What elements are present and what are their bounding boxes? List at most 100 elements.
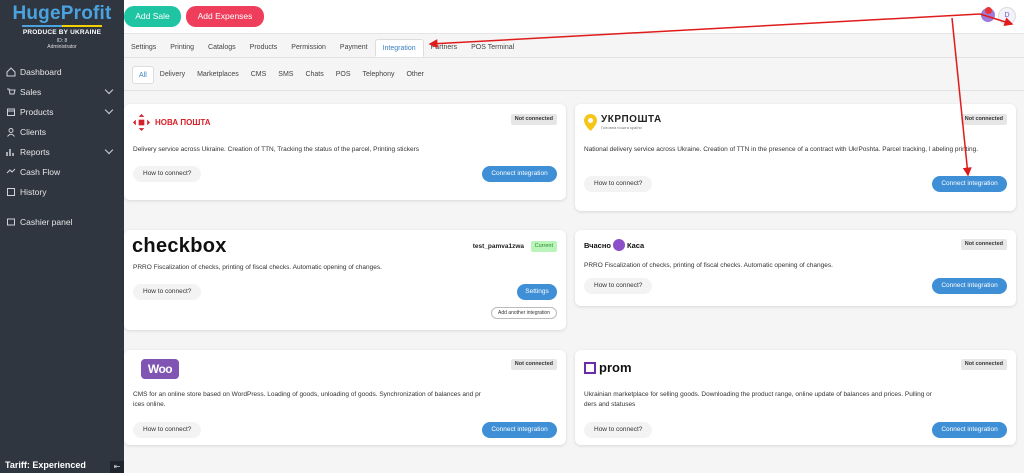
tab-payment[interactable]: Payment xyxy=(333,39,375,57)
integration-description: CMS for an online store based on WordPre… xyxy=(133,390,557,410)
brand-logo[interactable]: HugeProfit PRODUCE BY UKRAINE ID: 8 Admi… xyxy=(0,0,124,62)
description-line: CMS for an online store based on WordPre… xyxy=(133,391,481,398)
sidebar-item-label: Reports xyxy=(20,147,50,157)
how-to-connect-button[interactable]: How to connect? xyxy=(584,422,653,438)
integration-description: PRRO Fiscalization of checks, printing o… xyxy=(584,262,833,269)
sidebar-item-clients[interactable]: Clients xyxy=(0,122,124,142)
sidebar-item-label: Clients xyxy=(20,127,46,137)
sidebar-item-sales[interactable]: Sales xyxy=(0,82,124,102)
ukrposhta-logo: УКРПОШТА Головна пошта країни xyxy=(584,114,662,131)
ukrposhta-logo-text: УКРПОШТА xyxy=(601,114,662,125)
description-line: ices online. xyxy=(133,401,166,408)
sidebar-item-label: Cashier panel xyxy=(20,217,73,227)
sidebar-item-label: Cash Flow xyxy=(20,167,61,177)
add-another-integration-button[interactable]: Add another integration xyxy=(491,307,557,319)
ukrposhta-logo-subtext: Головна пошта країни xyxy=(601,125,642,130)
checkbox-logo: checkbox xyxy=(132,235,227,257)
settings-tabs: Settings Printing Catalogs Products Perm… xyxy=(124,39,521,57)
subtab-cms[interactable]: CMS xyxy=(245,66,273,84)
subtabs-divider xyxy=(124,90,1024,91)
prom-logo-text: prom xyxy=(599,360,632,375)
tab-products[interactable]: Products xyxy=(243,39,285,57)
status-badge: Current xyxy=(530,241,557,252)
integration-description: PRRO Fiscalization of checks, printing o… xyxy=(133,264,382,271)
cashier-icon xyxy=(5,217,16,228)
connect-integration-button[interactable]: Connect integration xyxy=(482,166,557,182)
main-content: Settings Printing Catalogs Products Perm… xyxy=(124,34,1024,473)
logo-underline xyxy=(22,25,102,27)
subtab-telephony[interactable]: Telephony xyxy=(357,66,401,84)
tab-catalogs[interactable]: Catalogs xyxy=(201,39,243,57)
tab-printing[interactable]: Printing xyxy=(163,39,201,57)
dashboard-icon xyxy=(5,66,16,78)
connected-account-name: test_pamva1zwa xyxy=(472,243,524,250)
subtab-marketplaces[interactable]: Marketplaces xyxy=(191,66,245,84)
sidebar-item-reports[interactable]: Reports xyxy=(0,142,124,162)
connect-integration-button[interactable]: Connect integration xyxy=(932,176,1007,192)
connect-integration-button[interactable]: Connect integration xyxy=(482,422,557,438)
topbar: Add Sale Add Expenses D xyxy=(124,0,1024,34)
status-badge: Not connected xyxy=(960,239,1007,250)
sidebar-item-label: Sales xyxy=(20,87,42,97)
integration-description: Ukrainian marketplace for selling goods.… xyxy=(584,390,1007,410)
products-icon xyxy=(5,107,16,118)
tab-permission[interactable]: Permission xyxy=(284,39,333,57)
tab-integration[interactable]: Integration xyxy=(374,39,424,57)
nova-poshta-logo: НОВА ПОШТА xyxy=(133,114,215,131)
how-to-connect-button[interactable]: How to connect? xyxy=(133,166,202,182)
vchasno-kasa-logo: Вчасно Каса xyxy=(584,239,644,251)
subtab-pos[interactable]: POS xyxy=(330,66,357,84)
sidebar-nav: Dashboard Sales Products Clients Reports… xyxy=(0,62,124,232)
notification-badge xyxy=(985,7,992,14)
status-badge: Not connected xyxy=(960,359,1007,370)
kasa-logo-text: Каса xyxy=(626,240,645,250)
how-to-connect-button[interactable]: How to connect? xyxy=(133,284,202,300)
subtab-delivery[interactable]: Delivery xyxy=(154,66,191,84)
tab-pos-terminal[interactable]: POS Terminal xyxy=(464,39,521,57)
chevron-down-icon[interactable] xyxy=(104,145,114,155)
integration-card-ukrposhta: УКРПОШТА Головна пошта країни Not connec… xyxy=(575,104,1016,211)
sidebar-item-history[interactable]: History xyxy=(0,182,124,202)
integration-filter-tabs: All Delivery Marketplaces CMS SMS Chats … xyxy=(132,66,430,84)
subtab-other[interactable]: Other xyxy=(400,66,430,84)
logo-tagline: PRODUCE BY UKRAINE xyxy=(22,29,102,36)
sidebar-item-label: History xyxy=(20,187,47,197)
user-avatar[interactable]: D xyxy=(998,7,1016,25)
collapse-sidebar-icon[interactable]: ⇤ xyxy=(110,461,124,473)
tariff-label[interactable]: Tariff: Experienced xyxy=(5,460,86,470)
subtab-chats[interactable]: Chats xyxy=(299,66,329,84)
tab-partners[interactable]: Partners xyxy=(424,39,464,57)
integration-card-checkbox: checkbox test_pamva1zwa Current PRRO Fis… xyxy=(124,230,566,330)
account-role: Administrator xyxy=(47,44,77,50)
integration-card-nova-poshta: НОВА ПОШТА Not connected Delivery servic… xyxy=(124,104,566,200)
sidebar-item-label: Dashboard xyxy=(20,67,62,77)
chevron-down-icon[interactable] xyxy=(104,105,114,115)
how-to-connect-button[interactable]: How to connect? xyxy=(133,422,202,438)
sidebar-item-cash-flow[interactable]: Cash Flow xyxy=(0,162,124,182)
connect-integration-button[interactable]: Connect integration xyxy=(932,422,1007,438)
prom-logo: prom xyxy=(584,360,632,375)
connect-integration-button[interactable]: Connect integration xyxy=(932,278,1007,294)
tabs-divider xyxy=(124,57,1024,58)
how-to-connect-button[interactable]: How to connect? xyxy=(584,176,653,192)
clients-icon xyxy=(5,127,16,138)
sidebar: HugeProfit PRODUCE BY UKRAINE ID: 8 Admi… xyxy=(0,0,124,473)
history-icon xyxy=(5,187,16,198)
sidebar-item-products[interactable]: Products xyxy=(0,102,124,122)
tab-settings[interactable]: Settings xyxy=(124,39,163,57)
subtab-sms[interactable]: SMS xyxy=(272,66,299,84)
add-sale-button[interactable]: Add Sale xyxy=(124,6,181,27)
vchasno-logo-mark xyxy=(612,239,625,251)
settings-button[interactable]: Settings xyxy=(517,284,557,300)
sidebar-item-cashier-panel[interactable]: Cashier panel xyxy=(0,212,124,232)
map-pin-icon xyxy=(584,114,597,131)
reports-icon xyxy=(5,147,16,158)
integration-card-prom: prom Not connected Ukrainian marketplace… xyxy=(575,350,1016,445)
integration-description: Delivery service across Ukraine. Creatio… xyxy=(133,146,419,153)
chevron-down-icon[interactable] xyxy=(104,85,114,95)
add-expenses-button[interactable]: Add Expenses xyxy=(186,6,264,27)
subtab-all[interactable]: All xyxy=(132,66,154,84)
sidebar-item-dashboard[interactable]: Dashboard xyxy=(0,62,124,82)
how-to-connect-button[interactable]: How to connect? xyxy=(584,278,653,294)
prom-logo-mark xyxy=(584,361,596,374)
